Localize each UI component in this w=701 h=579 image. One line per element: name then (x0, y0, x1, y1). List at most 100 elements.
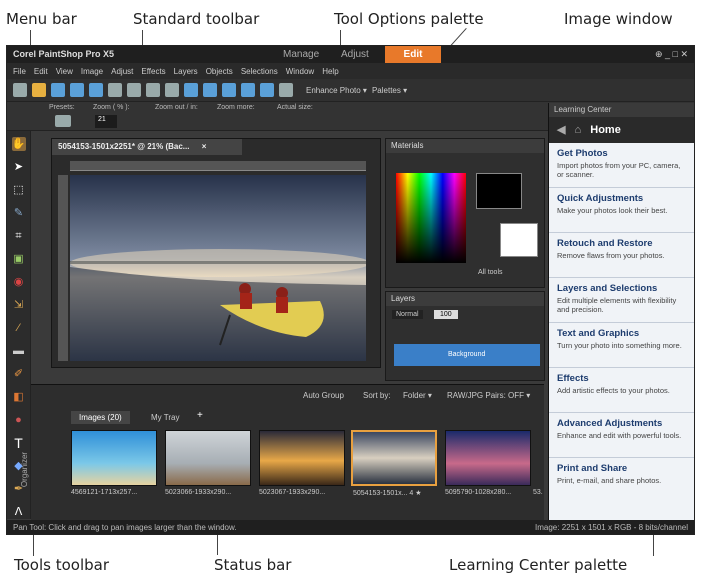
layer-row[interactable]: Background (394, 344, 540, 366)
open-folder-icon[interactable] (32, 83, 46, 97)
lc-item-retouch[interactable]: Retouch and Restore Remove flaws from yo… (549, 233, 694, 278)
menu-file[interactable]: File (13, 67, 26, 76)
clone-icon[interactable]: ⁄ (12, 321, 26, 335)
scan-icon[interactable] (51, 83, 65, 97)
menu-window[interactable]: Window (286, 67, 314, 76)
image-window[interactable]: 5054153-1501x2251* @ 21% (Bac... × (51, 138, 381, 368)
dropper-icon[interactable]: ✎ (12, 206, 26, 220)
menu-edit[interactable]: Edit (34, 67, 48, 76)
all-tools-checkbox[interactable]: All tools (478, 269, 503, 276)
back-icon[interactable]: ◀ (557, 124, 565, 136)
print-icon[interactable] (127, 83, 141, 97)
undo-icon[interactable] (146, 83, 160, 97)
ruler (58, 175, 68, 361)
thumbnail-canoe[interactable] (351, 430, 437, 486)
new-file-icon[interactable] (13, 83, 27, 97)
red-eye-icon[interactable]: ◉ (12, 275, 26, 289)
crop-icon[interactable]: ⌗ (12, 229, 26, 243)
callout-tools-toolbar: Tools toolbar (14, 556, 110, 574)
text-icon[interactable]: T (12, 436, 26, 450)
document-tab-title: 5054153-1501x2251* @ 21% (Bac... (58, 142, 190, 151)
lc-item-quick-adjustments[interactable]: Quick Adjustments Make your photos look … (549, 188, 694, 233)
fill-icon[interactable]: ● (12, 413, 26, 427)
auto-group-button[interactable]: Auto Group (303, 391, 344, 400)
lc-item-layers[interactable]: Layers and Selections Edit multiple elem… (549, 278, 694, 323)
makeover-icon[interactable]: ⇲ (12, 298, 26, 312)
window-controls[interactable]: ⊕ _ □ ✕ (655, 49, 688, 60)
home-icon[interactable]: ⌂ (575, 124, 582, 136)
fit-window-icon[interactable] (222, 83, 236, 97)
info-icon[interactable] (203, 83, 217, 97)
canoe-photo[interactable] (70, 175, 366, 361)
lc-item-get-photos[interactable]: Get Photos Import photos from your PC, c… (549, 143, 694, 188)
thumbnail-beach[interactable] (71, 430, 157, 486)
presets-dropdown[interactable] (55, 115, 71, 127)
zoom-input[interactable]: 21 (95, 115, 117, 128)
menu-help[interactable]: Help (322, 67, 338, 76)
menu-image[interactable]: Image (81, 67, 103, 76)
actual-size-label: Actual size: (277, 104, 313, 111)
menu-layers[interactable]: Layers (174, 67, 198, 76)
lc-item-desc: Enhance and edit with powerful tools. (557, 431, 682, 440)
gradient-icon[interactable]: ▬ (12, 344, 26, 358)
save-icon[interactable] (70, 83, 84, 97)
history-icon[interactable] (184, 83, 198, 97)
foreground-swatch[interactable] (476, 173, 522, 209)
menu-effects[interactable]: Effects (141, 67, 165, 76)
tab-my-tray[interactable]: My Tray (145, 411, 185, 424)
share-icon[interactable] (108, 83, 122, 97)
menu-view[interactable]: View (56, 67, 73, 76)
raw-pairs-dropdown[interactable]: RAW/JPG Pairs: OFF ▾ (447, 391, 530, 400)
learning-center-title: Learning Center (549, 103, 694, 117)
warp-brush-icon[interactable]: ⴷ (12, 505, 26, 519)
tab-images[interactable]: Images (20) (71, 411, 130, 424)
straighten-icon[interactable]: ▣ (12, 252, 26, 266)
lc-item-effects[interactable]: Effects Add artistic effects to your pho… (549, 368, 694, 413)
paint-brush-icon[interactable]: ✐ (12, 367, 26, 381)
lc-item-text-graphics[interactable]: Text and Graphics Turn your photo into s… (549, 323, 694, 368)
app-brand: Corel PaintShop Pro X5 (13, 49, 115, 59)
color-picker[interactable] (396, 173, 466, 263)
redo-icon[interactable] (165, 83, 179, 97)
lc-item-desc: Make your photos look their best. (557, 206, 668, 215)
learning-center-home[interactable]: ◀ ⌂ Home (549, 117, 694, 143)
zoom-out-icon[interactable] (241, 83, 255, 97)
thumbnail-dock[interactable] (165, 430, 251, 486)
thumbnail-sky[interactable] (445, 430, 531, 486)
copy-icon[interactable] (279, 83, 293, 97)
status-text: Pan Tool: Click and drag to pan images l… (13, 523, 237, 532)
lc-item-print-share[interactable]: Print and Share Print, e-mail, and share… (549, 458, 694, 503)
lc-item-title: Get Photos (557, 148, 608, 159)
tab-adjust[interactable]: Adjust (341, 49, 369, 60)
background-swatch[interactable] (500, 223, 538, 257)
app-window: Corel PaintShop Pro X5 Manage Adjust Edi… (6, 45, 695, 535)
thumbnail-caption: 53... (533, 489, 543, 496)
save-as-icon[interactable] (89, 83, 103, 97)
menu-objects[interactable]: Objects (206, 67, 233, 76)
zoom-in-icon[interactable] (260, 83, 274, 97)
palettes-menu[interactable]: Palettes ▾ (372, 86, 407, 95)
thumbnail-sunset[interactable] (259, 430, 345, 486)
thumbnail-caption: 5054153-1501x... 4 ★ (353, 490, 422, 497)
tab-manage[interactable]: Manage (283, 49, 319, 60)
lc-item-advanced[interactable]: Advanced Adjustments Enhance and edit wi… (549, 413, 694, 458)
folder-dropdown[interactable]: Folder ▾ (403, 391, 432, 400)
layers-title: Layers (386, 292, 544, 306)
tab-edit[interactable]: Edit (385, 46, 441, 63)
menu-selections[interactable]: Selections (241, 67, 278, 76)
document-tab[interactable]: 5054153-1501x2251* @ 21% (Bac... × (52, 139, 242, 155)
home-label: Home (590, 124, 621, 136)
pan-hand-icon[interactable]: ✋ (11, 137, 26, 151)
enhance-photo-menu[interactable]: Enhance Photo ▾ (306, 86, 367, 95)
close-tab-icon[interactable]: × (202, 142, 207, 151)
pick-arrow-icon[interactable]: ➤ (12, 160, 26, 174)
menu-adjust[interactable]: Adjust (111, 67, 133, 76)
sort-by-label: Sort by: (363, 391, 391, 400)
zoom-out-in-label: Zoom out / in: (155, 104, 198, 111)
selection-icon[interactable]: ⬚ (12, 183, 26, 197)
blend-mode-select[interactable]: Normal (392, 310, 423, 319)
lc-item-title: Quick Adjustments (557, 193, 644, 204)
eraser-icon[interactable]: ◧ (12, 390, 26, 404)
add-tab-button[interactable]: + (197, 410, 203, 421)
opacity-input[interactable]: 100 (434, 310, 458, 319)
